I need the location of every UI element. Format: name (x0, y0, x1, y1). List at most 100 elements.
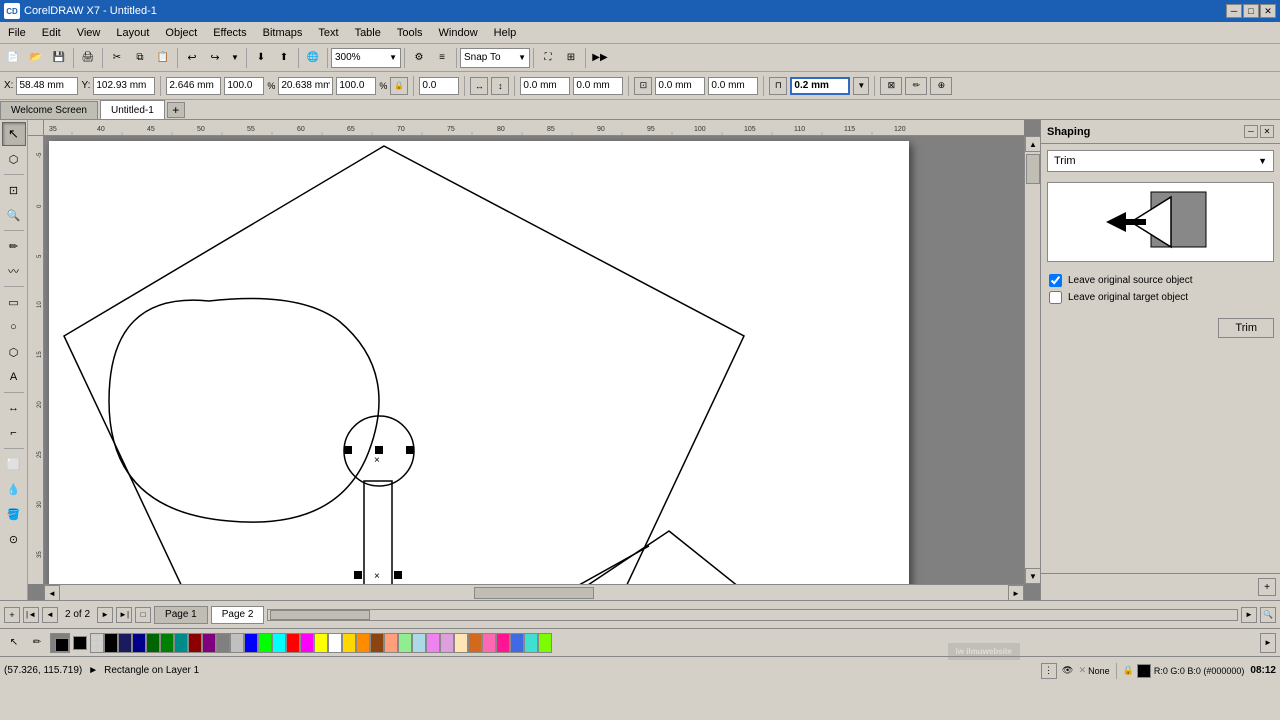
pen-tool-bottom[interactable]: ✏ (27, 633, 47, 653)
h-input[interactable] (278, 77, 333, 95)
menu-layout[interactable]: Layout (108, 25, 157, 41)
more-btn[interactable]: ▶▶ (589, 47, 611, 69)
dim-tool[interactable]: ↔ (2, 396, 26, 420)
x-input[interactable] (16, 77, 78, 95)
menu-bitmaps[interactable]: Bitmaps (255, 25, 311, 41)
undo-dropdown[interactable]: ▼ (227, 47, 243, 69)
color-gold[interactable] (342, 633, 356, 653)
highlight-input[interactable] (794, 80, 846, 91)
smart-draw-tool[interactable]: 〰 (2, 259, 26, 283)
color-gray[interactable] (216, 633, 230, 653)
pos-h-input[interactable] (520, 77, 570, 95)
add-page-btn[interactable]: + (4, 607, 20, 623)
fill-none-indicator[interactable]: ✕ None (1079, 665, 1110, 676)
maximize-button[interactable]: □ (1243, 4, 1259, 18)
interactive-tool[interactable]: ⬜ (2, 452, 26, 476)
h-pct-input[interactable] (336, 77, 376, 95)
paste-btn[interactable]: 📋 (152, 47, 174, 69)
scroll-up-btn[interactable]: ▲ (1025, 136, 1040, 152)
rotation-input[interactable] (419, 77, 459, 95)
scroll-thumb[interactable] (1026, 154, 1040, 184)
w-pct-input[interactable] (224, 77, 264, 95)
color-darkred[interactable] (188, 633, 202, 653)
color-brightblue[interactable] (244, 633, 258, 653)
edge-btn[interactable]: ⊡ (634, 77, 652, 95)
menu-help[interactable]: Help (486, 25, 525, 41)
color-magenta[interactable] (300, 633, 314, 653)
round-corners-btn[interactable]: ⊓ (769, 77, 787, 95)
pos-v-input[interactable] (573, 77, 623, 95)
color-cyan[interactable] (272, 633, 286, 653)
leave-target-label[interactable]: Leave original target object (1068, 292, 1188, 303)
color-lightblue[interactable] (412, 633, 426, 653)
scroll-right-btn[interactable]: ► (1008, 585, 1024, 600)
crop-tool[interactable]: ⊡ (2, 178, 26, 202)
eyedropper-tool[interactable]: 💧 (2, 477, 26, 501)
arrow-tool-bottom[interactable]: ↖ (4, 633, 24, 653)
y-input[interactable] (93, 77, 155, 95)
color-moccasin[interactable] (454, 633, 468, 653)
undo-btn[interactable]: ↩ (181, 47, 203, 69)
prev-page-btn[interactable]: ◄ (42, 607, 58, 623)
panel-minimize-btn[interactable]: ─ (1244, 125, 1258, 138)
highlight-dropdown[interactable]: ▼ (853, 77, 869, 95)
color-brightgreen[interactable] (258, 633, 272, 653)
color-blue[interactable] (132, 633, 146, 653)
save-btn[interactable]: 💾 (48, 47, 70, 69)
select-tool[interactable]: ↖ (2, 122, 26, 146)
publish-btn[interactable]: 🌐 (302, 47, 324, 69)
page2-tab[interactable]: Page 2 (211, 606, 265, 624)
no-color-swatch[interactable] (90, 633, 104, 653)
corner-options-btn[interactable]: ⊠ (880, 77, 902, 95)
convert-btn[interactable]: ⊕ (930, 77, 952, 95)
export-btn[interactable]: ⬆ (273, 47, 295, 69)
options-btn[interactable]: ⚙ (408, 47, 430, 69)
color-red[interactable] (286, 633, 300, 653)
color-scroll-btn[interactable]: ► (1260, 633, 1276, 653)
color-silver[interactable] (230, 633, 244, 653)
menu-object[interactable]: Object (157, 25, 205, 41)
lock-ratio-btn[interactable]: 🔒 (390, 77, 408, 95)
color-royalblue[interactable] (510, 633, 524, 653)
color-purple[interactable] (202, 633, 216, 653)
last-page-btn[interactable]: ►| (116, 607, 132, 623)
leave-target-checkbox[interactable] (1049, 291, 1062, 304)
color-darkblue[interactable] (118, 633, 132, 653)
zoom-status-btn[interactable]: 🔍 (1260, 607, 1276, 623)
connector-tool[interactable]: ⌐ (2, 421, 26, 445)
open-btn[interactable]: 📂 (25, 47, 47, 69)
color-lightgreen[interactable] (398, 633, 412, 653)
scroll-left-btn[interactable]: ◄ (44, 585, 60, 600)
color-box[interactable] (73, 636, 87, 650)
tab-welcome[interactable]: Welcome Screen (0, 101, 98, 119)
text-tool[interactable]: A (2, 365, 26, 389)
color-plum[interactable] (440, 633, 454, 653)
color-turquoise[interactable] (524, 633, 538, 653)
snap-dropdown[interactable]: Snap To ▼ (460, 48, 530, 68)
color-chocolate[interactable] (468, 633, 482, 653)
add-tab-btn[interactable]: + (167, 102, 185, 118)
layout-view-btn[interactable]: ⊞ (560, 47, 582, 69)
page1-tab[interactable]: Page 1 (154, 606, 208, 624)
mirror-h-btn[interactable]: ↔ (470, 77, 488, 95)
panel-close-btn[interactable]: ✕ (1260, 125, 1274, 138)
trim-button[interactable]: Trim (1218, 318, 1274, 338)
outline-tool[interactable]: ⊙ (2, 527, 26, 551)
expand-btn[interactable]: + (1258, 578, 1276, 596)
new-btn[interactable]: 📄 (2, 47, 24, 69)
menu-window[interactable]: Window (431, 25, 486, 41)
fill-swatch[interactable] (50, 633, 70, 653)
menu-table[interactable]: Table (347, 25, 389, 41)
canvas-page[interactable]: × × (49, 141, 909, 584)
menu-tools[interactable]: Tools (389, 25, 431, 41)
w-input[interactable] (166, 77, 221, 95)
copy-btn[interactable]: ⧉ (129, 47, 151, 69)
color-green[interactable] (160, 633, 174, 653)
cut-btn[interactable]: ✂ (106, 47, 128, 69)
tab-untitled1[interactable]: Untitled-1 (100, 100, 165, 119)
size-v-input[interactable] (708, 77, 758, 95)
color-yellow[interactable] (314, 633, 328, 653)
scroll-end-btn[interactable]: ► (1241, 607, 1257, 623)
leave-source-label[interactable]: Leave original source object (1068, 275, 1193, 286)
freehand-tool[interactable]: ✏ (2, 234, 26, 258)
